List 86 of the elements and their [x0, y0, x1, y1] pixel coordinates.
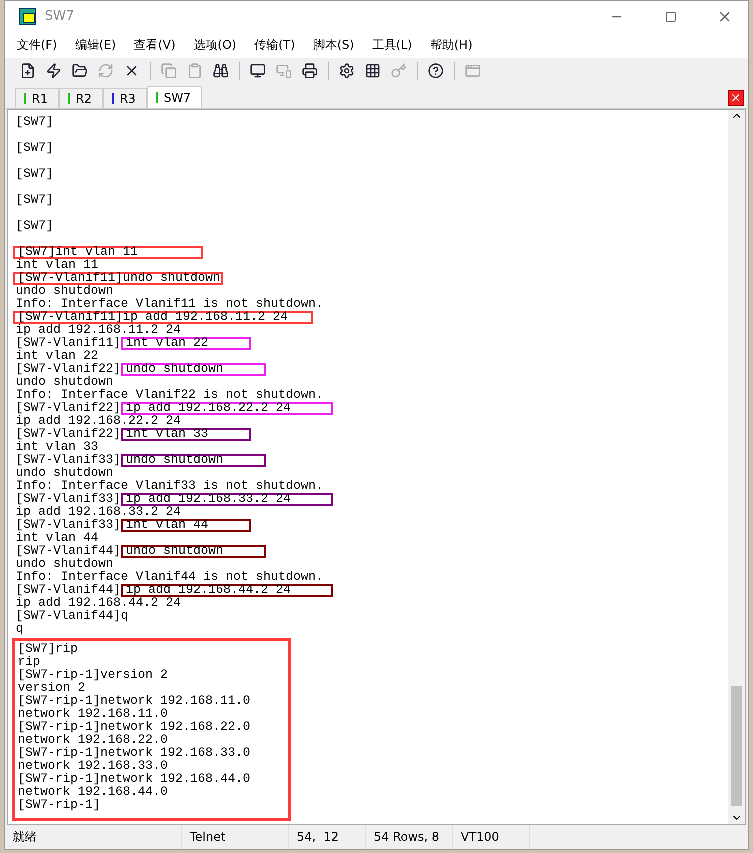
- scrollbar-thumb[interactable]: [731, 686, 742, 806]
- status-text: VT100: [453, 825, 530, 849]
- menu-item[interactable]: 查看(V): [134, 36, 176, 54]
- folder-icon[interactable]: [72, 63, 88, 79]
- terminal-prompt: [SW7-Vlanif33]: [16, 453, 122, 467]
- terminal-prompt: [SW7-Vlanif22]: [16, 427, 122, 441]
- terminal-line: Info: Interface Vlanif11 is not shutdown.: [16, 298, 325, 311]
- terminal-line: int vlan 44: [16, 532, 99, 545]
- menu-item[interactable]: 传输(T): [254, 36, 296, 54]
- terminal-line: [SW7-rip-1]network 192.168.22.0: [18, 721, 252, 734]
- terminal-line: [SW7]: [16, 194, 55, 207]
- terminal-line: [SW7-rip-1]version 2: [18, 669, 170, 682]
- terminal-line: ip add 192.168.33.2 24: [16, 506, 182, 519]
- binoculars-icon[interactable]: [213, 63, 229, 79]
- printer-icon[interactable]: [302, 63, 318, 79]
- menu-item[interactable]: 选项(O): [194, 36, 237, 54]
- help-icon[interactable]: [428, 63, 444, 79]
- terminal-prompt: [SW7-Vlanif33]: [16, 518, 122, 532]
- terminal-line: int vlan 33: [16, 441, 99, 454]
- status-text: Telnet: [182, 825, 289, 849]
- terminal-command: int vlan 44: [121, 519, 251, 532]
- terminal-line: [SW7-Vlanif44]q: [16, 610, 130, 623]
- terminal-line: version 2: [18, 682, 86, 695]
- session-tab[interactable]: R3: [102, 88, 147, 108]
- terminal-line: [SW7-rip-1]network 192.168.44.0: [18, 773, 252, 786]
- terminal-command: ip add 192.168.44.2 24: [121, 584, 334, 597]
- terminal-prompt: [SW7-Vlanif33]: [16, 492, 122, 506]
- terminal-line: [SW7]rip: [18, 643, 80, 656]
- status-text: 54 Rows, 8: [366, 825, 453, 849]
- terminal-line: Info: Interface Vlanif33 is not shutdown.: [16, 480, 325, 493]
- menu-item[interactable]: 文件(F): [17, 36, 58, 54]
- terminal-prompt: [SW7-Vlanif44]: [16, 544, 122, 558]
- terminal-command: ip add 192.168.22.2 24: [121, 402, 334, 415]
- terminal-line: [SW7]: [16, 116, 55, 129]
- status-text: 54, 12: [289, 825, 366, 849]
- terminal-prompt: [SW7-Vlanif22]: [16, 401, 122, 415]
- close-icon: [730, 92, 742, 104]
- terminal-line: [SW7]: [16, 168, 55, 181]
- terminal-line: network 192.168.11.0: [18, 708, 170, 721]
- terminal-line: undo shutdown: [16, 285, 114, 298]
- terminal-line: undo shutdown: [16, 376, 114, 389]
- close-tab-button[interactable]: [728, 90, 744, 106]
- terminal-command: undo shutdown: [121, 363, 266, 376]
- maximize-icon[interactable]: [665, 10, 677, 22]
- terminal-line: [SW7-rip-1]: [18, 799, 102, 812]
- terminal-command: undo shutdown: [121, 454, 266, 467]
- terminal-prompt: [SW7-Vlanif44]: [16, 583, 122, 597]
- terminal-command: ip add 192.168.33.2 24: [121, 493, 334, 506]
- session-tab[interactable]: R2: [58, 88, 103, 108]
- terminal-line: [SW7]: [16, 220, 55, 233]
- terminal-prompt: [SW7-Vlanif22]: [16, 362, 122, 376]
- terminal-line: Info: Interface Vlanif22 is not shutdown.: [16, 389, 325, 402]
- terminal-line: network 192.168.33.0: [18, 760, 170, 773]
- terminal-line: int vlan 11: [16, 259, 100, 272]
- menu-item[interactable]: 帮助(H): [430, 36, 473, 54]
- terminal-line: network 192.168.44.0: [18, 786, 170, 799]
- terminal-prompt: [SW7-Vlanif11]: [16, 336, 122, 350]
- terminal-line: int vlan 22: [16, 350, 99, 363]
- terminal-line: ip add 192.168.11.2 24: [16, 324, 182, 337]
- window-title: SW7: [45, 9, 76, 24]
- session-tab[interactable]: SW7: [146, 86, 202, 108]
- terminal-line: [SW7]: [16, 142, 55, 155]
- lightning-icon[interactable]: [46, 63, 62, 79]
- menu-item[interactable]: 脚本(S): [313, 36, 354, 54]
- terminal-line: ip add 192.168.22.2 24: [16, 415, 182, 428]
- terminal-line: ip add 192.168.44.2 24: [16, 597, 182, 610]
- terminal-line: undo shutdown: [16, 558, 114, 571]
- terminal-line: rip: [18, 656, 41, 669]
- terminal-command: int vlan 33: [121, 428, 251, 441]
- settings-icon[interactable]: [339, 63, 355, 79]
- status-text: 就绪: [5, 825, 182, 849]
- terminal-line: [SW7-rip-1]network 192.168.11.0: [18, 695, 252, 708]
- terminal-line: q: [16, 623, 25, 636]
- terminal-line: network 192.168.22.0: [18, 734, 170, 747]
- terminal-line: undo shutdown: [16, 467, 114, 480]
- menu-item[interactable]: 编辑(E): [75, 36, 116, 54]
- terminal-line: [SW7-rip-1]network 192.168.33.0: [18, 747, 252, 760]
- terminal-command: int vlan 22: [121, 337, 251, 350]
- new-file-icon[interactable]: [20, 63, 36, 79]
- terminal-line: Info: Interface Vlanif44 is not shutdown.: [16, 571, 325, 584]
- monitor-icon[interactable]: [250, 63, 266, 79]
- session-tab[interactable]: R1: [15, 88, 59, 108]
- terminal-command: undo shutdown: [121, 545, 266, 558]
- menu-item[interactable]: 工具(L): [372, 36, 412, 54]
- grid-icon[interactable]: [365, 63, 381, 79]
- app-icon: [19, 8, 37, 26]
